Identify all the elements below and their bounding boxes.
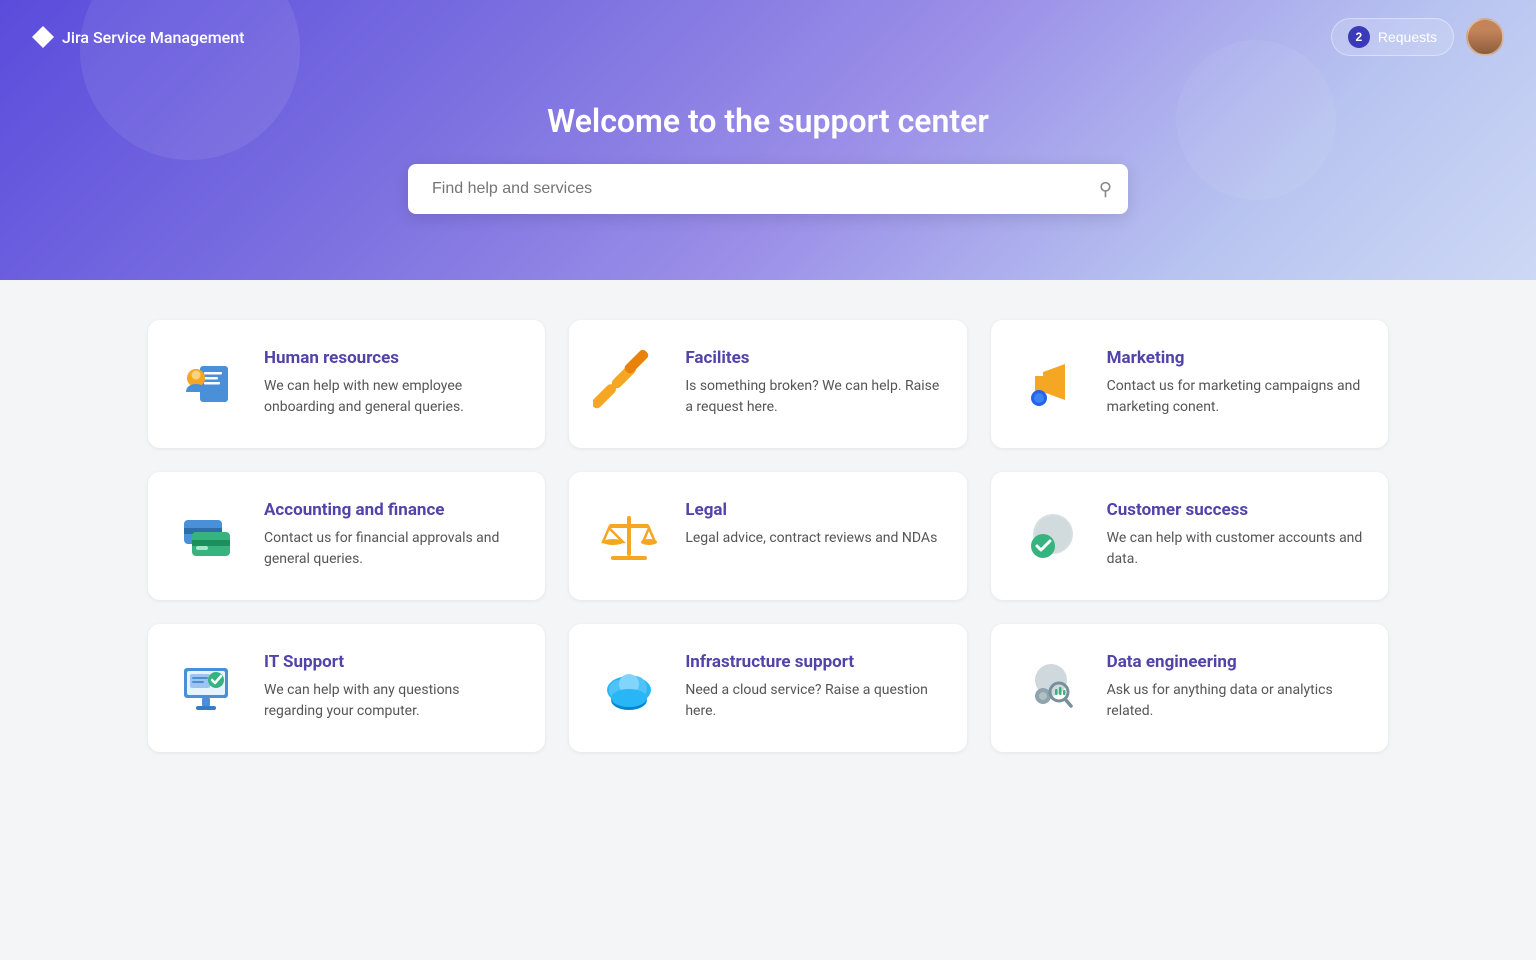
card-desc-facilities: Is something broken? We can help. Raise … bbox=[685, 376, 942, 418]
card-icon-marketing bbox=[1015, 348, 1087, 420]
card-icon-accounting bbox=[172, 500, 244, 572]
nav-right: 2 Requests bbox=[1331, 18, 1504, 56]
card-icon-hr bbox=[172, 348, 244, 420]
jira-logo-icon bbox=[32, 26, 54, 48]
card-title-it: IT Support bbox=[264, 652, 521, 672]
requests-button[interactable]: 2 Requests bbox=[1331, 18, 1454, 56]
card-title-marketing: Marketing bbox=[1107, 348, 1364, 368]
card-desc-data: Ask us for anything data or analytics re… bbox=[1107, 680, 1364, 722]
card-body-data: Data engineering Ask us for anything dat… bbox=[1107, 652, 1364, 722]
search-input[interactable] bbox=[424, 164, 1099, 214]
card-body-customer: Customer success We can help with custom… bbox=[1107, 500, 1364, 570]
card-body-marketing: Marketing Contact us for marketing campa… bbox=[1107, 348, 1364, 418]
card-desc-it: We can help with any questions regarding… bbox=[264, 680, 521, 722]
card-icon-infrastructure bbox=[593, 652, 665, 724]
card-body-hr: Human resources We can help with new emp… bbox=[264, 348, 521, 418]
card-human-resources[interactable]: Human resources We can help with new emp… bbox=[148, 320, 545, 448]
top-nav: Jira Service Management 2 Requests bbox=[32, 0, 1504, 74]
card-icon-legal bbox=[593, 500, 665, 572]
card-accounting[interactable]: Accounting and finance Contact us for fi… bbox=[148, 472, 545, 600]
card-icon-it bbox=[172, 652, 244, 724]
card-title-infrastructure: Infrastructure support bbox=[685, 652, 942, 672]
requests-label: Requests bbox=[1378, 29, 1437, 45]
card-desc-infrastructure: Need a cloud service? Raise a question h… bbox=[685, 680, 942, 722]
card-title-customer: Customer success bbox=[1107, 500, 1364, 520]
hero-title: Welcome to the support center bbox=[547, 102, 989, 140]
card-desc-accounting: Contact us for financial approvals and g… bbox=[264, 528, 521, 570]
card-body-infrastructure: Infrastructure support Need a cloud serv… bbox=[685, 652, 942, 722]
logo[interactable]: Jira Service Management bbox=[32, 26, 244, 48]
service-cards-grid: Human resources We can help with new emp… bbox=[148, 320, 1388, 752]
card-marketing[interactable]: Marketing Contact us for marketing campa… bbox=[991, 320, 1388, 448]
card-body-it: IT Support We can help with any question… bbox=[264, 652, 521, 722]
card-title-facilities: Facilites bbox=[685, 348, 942, 368]
main-content: Human resources We can help with new emp… bbox=[68, 280, 1468, 792]
card-icon-data bbox=[1015, 652, 1087, 724]
requests-badge: 2 bbox=[1348, 26, 1370, 48]
logo-text: Jira Service Management bbox=[62, 28, 244, 47]
card-facilities[interactable]: Facilites Is something broken? We can he… bbox=[569, 320, 966, 448]
card-desc-legal: Legal advice, contract reviews and NDAs bbox=[685, 528, 942, 549]
card-title-data: Data engineering bbox=[1107, 652, 1364, 672]
card-icon-customer bbox=[1015, 500, 1087, 572]
card-body-facilities: Facilites Is something broken? We can he… bbox=[685, 348, 942, 418]
avatar[interactable] bbox=[1466, 18, 1504, 56]
card-customer-success[interactable]: Customer success We can help with custom… bbox=[991, 472, 1388, 600]
avatar-image bbox=[1468, 20, 1502, 54]
card-desc-customer: We can help with customer accounts and d… bbox=[1107, 528, 1364, 570]
card-title-accounting: Accounting and finance bbox=[264, 500, 521, 520]
card-title-hr: Human resources bbox=[264, 348, 521, 368]
card-data-engineering[interactable]: Data engineering Ask us for anything dat… bbox=[991, 624, 1388, 752]
card-it-support[interactable]: IT Support We can help with any question… bbox=[148, 624, 545, 752]
card-legal[interactable]: Legal Legal advice, contract reviews and… bbox=[569, 472, 966, 600]
search-icon[interactable]: ⚲ bbox=[1099, 179, 1112, 200]
card-body-accounting: Accounting and finance Contact us for fi… bbox=[264, 500, 521, 570]
card-title-legal: Legal bbox=[685, 500, 942, 520]
card-desc-hr: We can help with new employee onboarding… bbox=[264, 376, 521, 418]
card-icon-facilities bbox=[593, 348, 665, 420]
hero-section: Welcome to the support center ⚲ bbox=[32, 74, 1504, 214]
card-body-legal: Legal Legal advice, contract reviews and… bbox=[685, 500, 942, 549]
card-desc-marketing: Contact us for marketing campaigns and m… bbox=[1107, 376, 1364, 418]
card-infrastructure[interactable]: Infrastructure support Need a cloud serv… bbox=[569, 624, 966, 752]
search-bar: ⚲ bbox=[408, 164, 1128, 214]
